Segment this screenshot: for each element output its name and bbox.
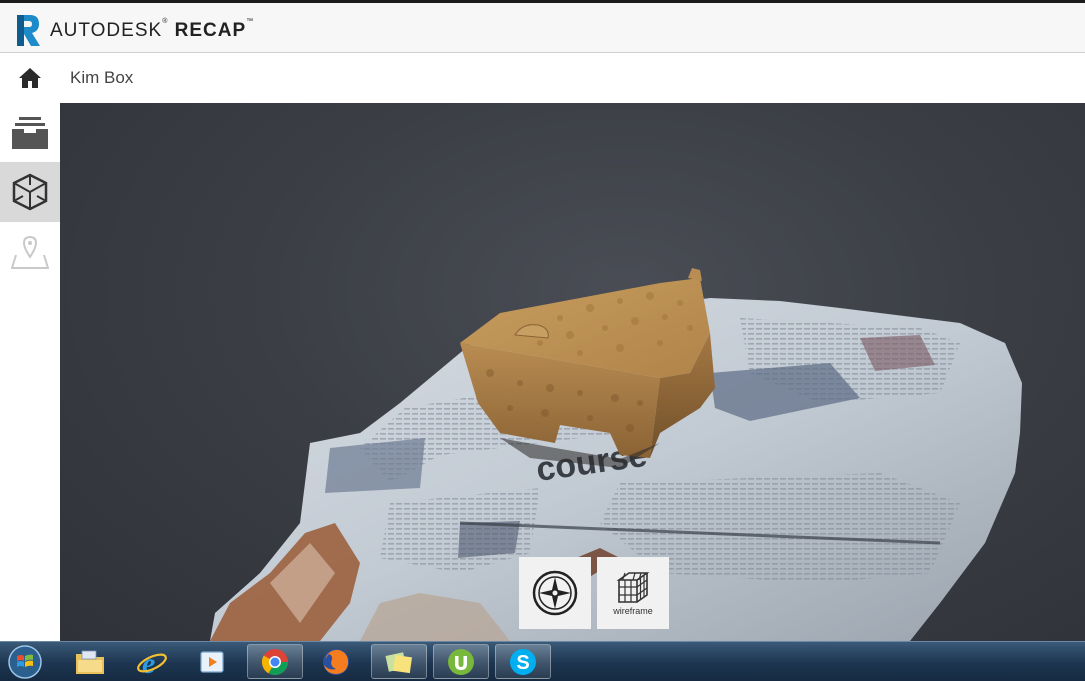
svg-text:S: S (516, 652, 529, 674)
3d-model-icon (12, 173, 48, 211)
navigation-tool-button[interactable] (519, 557, 591, 629)
taskbar-media-player[interactable] (184, 644, 240, 679)
windows-start-button[interactable] (6, 644, 44, 680)
internet-explorer-icon: e (137, 647, 167, 677)
sticky-notes-icon (385, 651, 413, 673)
sidebar (0, 103, 60, 641)
wireframe-icon (616, 572, 650, 603)
taskbar-sticky-notes[interactable] (371, 644, 427, 679)
brand-prefix: AUTODESK (50, 20, 163, 41)
brand-registered-mark: ® (162, 18, 169, 25)
sidebar-item-map[interactable] (0, 222, 60, 282)
brand-name: RECAP (174, 20, 247, 41)
chrome-icon (261, 648, 289, 675)
inbox-icon (12, 117, 48, 149)
home-icon (19, 68, 41, 88)
media-player-icon (200, 650, 224, 673)
taskbar-internet-explorer[interactable]: e (124, 644, 180, 679)
windows-explorer-icon (76, 650, 104, 674)
firefox-icon (323, 648, 349, 675)
wireframe-button[interactable]: wireframe (597, 557, 669, 629)
skype-icon: S (510, 648, 536, 675)
compass-icon (532, 570, 578, 616)
home-button[interactable] (0, 53, 60, 103)
sidebar-item-3d-model[interactable] (0, 162, 60, 222)
taskbar-chrome[interactable] (247, 644, 303, 679)
sidebar-item-inbox[interactable] (0, 103, 60, 163)
taskbar-explorer[interactable] (62, 644, 118, 679)
3d-viewport[interactable]: course (60, 103, 1085, 641)
map-pin-icon (11, 235, 49, 269)
brand-trademark: ™ (246, 18, 255, 25)
wireframe-label: wireframe (613, 606, 653, 616)
header-bar: Kim Box (0, 53, 1085, 103)
brand-wordmark: AUTODESK® RECAP™ (50, 18, 255, 42)
taskbar-firefox[interactable] (308, 644, 364, 679)
title-bar: AUTODESK® RECAP™ (0, 0, 1085, 53)
windows-taskbar: e S (0, 641, 1085, 681)
taskbar-utorrent[interactable] (433, 644, 489, 679)
utorrent-icon (448, 648, 474, 675)
page-title: Kim Box (70, 68, 134, 87)
recap-logo-icon (17, 15, 40, 46)
taskbar-skype[interactable]: S (495, 644, 551, 679)
